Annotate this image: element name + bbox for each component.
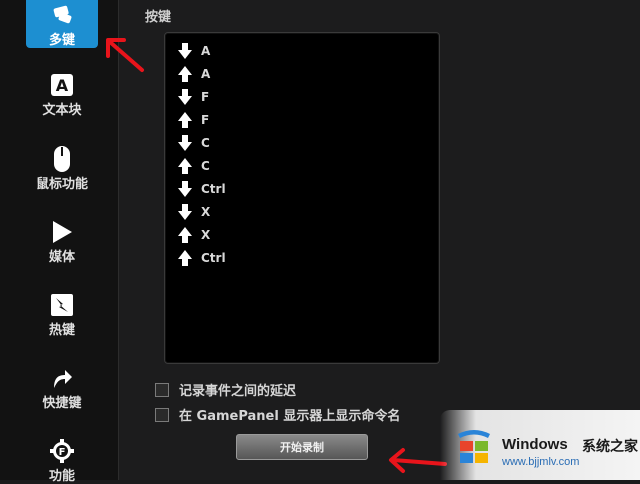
key-row[interactable]: X (177, 225, 210, 245)
key-row[interactable]: C (177, 133, 210, 153)
sidebar-item-hotkey[interactable]: 热键 (26, 282, 98, 338)
watermark-title: Windows (502, 436, 568, 453)
sidebar-item-label: 媒体 (48, 250, 75, 265)
keys-section-label: 按键 (145, 10, 172, 25)
mouse-icon (49, 146, 75, 172)
key-down-arrow-icon (177, 42, 193, 60)
sidebar-item-media[interactable]: 媒体 (26, 209, 98, 265)
sidebar-item-textblock[interactable]: A 文本块 (26, 62, 98, 118)
multikey-icon (49, 2, 75, 28)
key-label: X (201, 205, 211, 219)
svg-text:A: A (56, 76, 69, 95)
sidebar-item-multikey[interactable]: 多键 (26, 0, 98, 48)
key-row[interactable]: C (177, 156, 210, 176)
show-command-name-option[interactable]: 在 GamePanel 显示器上显示命令名 (155, 405, 400, 424)
key-label: A (201, 44, 211, 58)
key-up-arrow-icon (177, 249, 193, 267)
shortcut-arrow-icon (49, 365, 75, 391)
record-delay-option[interactable]: 记录事件之间的延迟 (155, 380, 296, 399)
hotkey-icon (49, 292, 75, 318)
show-command-name-label: 在 GamePanel 显示器上显示命令名 (179, 409, 401, 424)
key-label: X (201, 228, 211, 242)
key-down-arrow-icon (177, 134, 193, 152)
watermark: Windows 系统之家 www.bjjmlv.com (440, 410, 640, 480)
sidebar-item-mouse[interactable]: 鼠标功能 (26, 136, 98, 192)
key-row[interactable]: F (177, 87, 209, 107)
sidebar-item-label: 文本块 (42, 103, 82, 118)
record-delay-label: 记录事件之间的延迟 (179, 384, 297, 399)
windows-logo-icon (458, 430, 490, 463)
key-label: F (201, 90, 210, 104)
key-label: F (201, 113, 210, 127)
key-down-arrow-icon (177, 180, 193, 198)
key-row[interactable]: F (177, 110, 209, 130)
key-label: C (201, 159, 210, 173)
key-row[interactable]: A (177, 41, 210, 61)
key-up-arrow-icon (177, 226, 193, 244)
keystroke-list[interactable]: A A F F C C Ctrl X X Ctrl (164, 32, 440, 364)
key-row[interactable]: Ctrl (177, 179, 226, 199)
play-icon (49, 219, 75, 245)
sidebar-item-label: 功能 (48, 469, 75, 484)
key-down-arrow-icon (177, 203, 193, 221)
svg-text:F: F (59, 447, 66, 458)
sidebar-item-label: 鼠标功能 (35, 177, 88, 192)
watermark-title-cn: 系统之家 (582, 439, 638, 455)
key-label: Ctrl (201, 251, 226, 265)
key-row[interactable]: Ctrl (177, 248, 226, 268)
key-down-arrow-icon (177, 88, 193, 106)
annotation-arrow-sidebar (106, 38, 144, 72)
function-gear-icon: F (49, 438, 75, 464)
key-row[interactable]: A (177, 64, 210, 84)
key-up-arrow-icon (177, 65, 193, 83)
sidebar-item-label: 多键 (48, 33, 75, 48)
start-recording-button[interactable]: 开始录制 (236, 434, 368, 460)
sidebar-item-function[interactable]: F 功能 (26, 428, 98, 484)
key-up-arrow-icon (177, 111, 193, 129)
key-row[interactable]: X (177, 202, 210, 222)
key-label: Ctrl (201, 182, 226, 196)
key-label: A (201, 67, 211, 81)
show-command-name-checkbox[interactable] (155, 407, 169, 422)
letter-a-icon: A (49, 72, 75, 98)
sidebar-item-shortcut[interactable]: 快捷键 (26, 355, 98, 411)
key-up-arrow-icon (177, 157, 193, 175)
sidebar-item-label: 快捷键 (42, 396, 82, 411)
key-label: C (201, 136, 210, 150)
watermark-url: www.bjjmlv.com (502, 456, 580, 468)
record-delay-checkbox[interactable] (155, 382, 169, 397)
sidebar-item-label: 热键 (48, 323, 75, 338)
